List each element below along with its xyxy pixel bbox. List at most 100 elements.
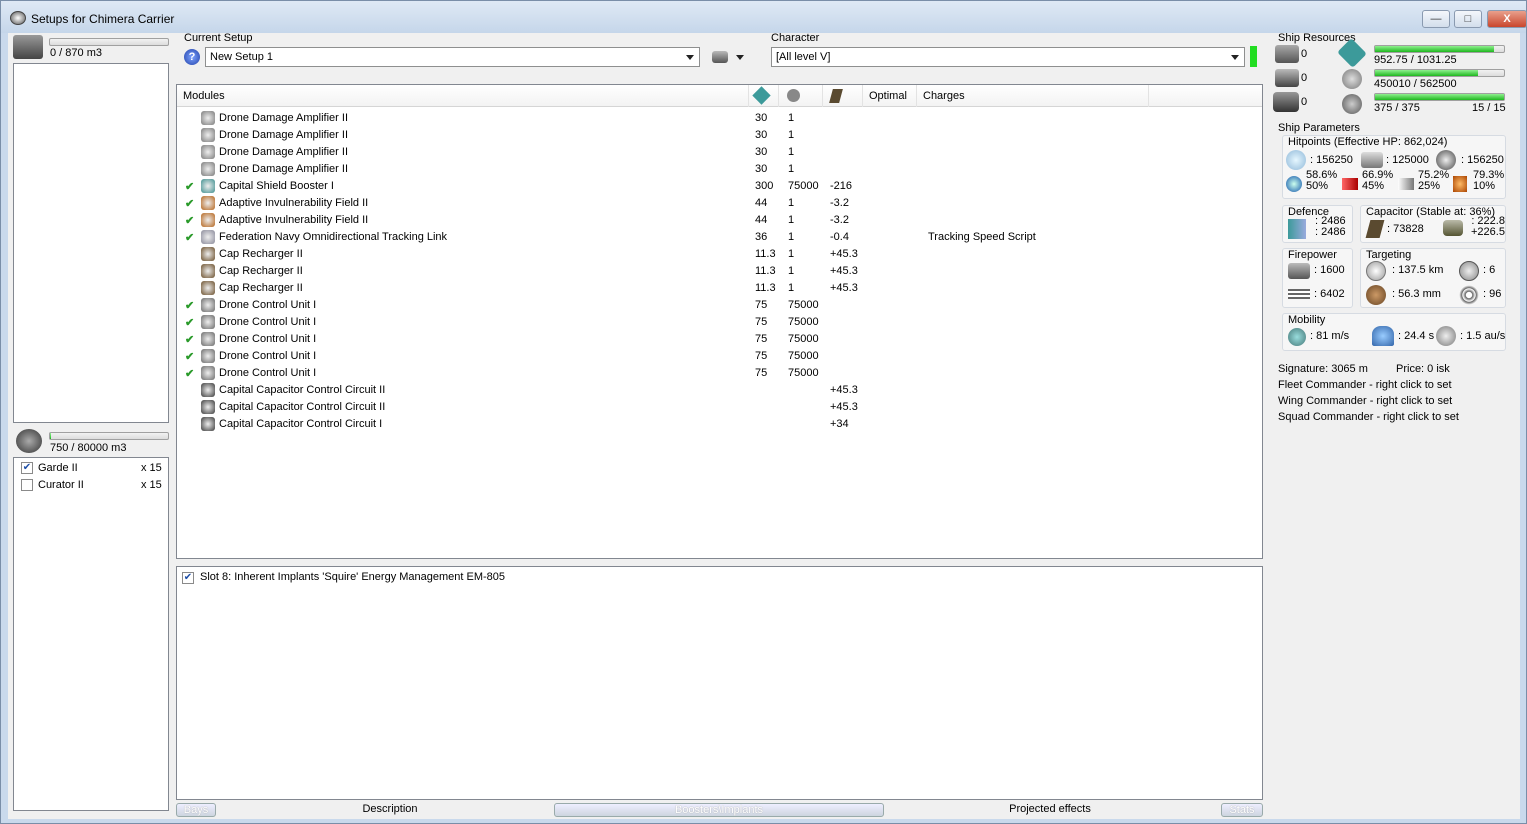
tab-stats[interactable]: Stats (1221, 803, 1263, 817)
wing-commander[interactable]: Wing Commander - right click to set (1278, 395, 1452, 407)
module-powergrid: 1 (788, 112, 795, 124)
module-row[interactable]: Cap Recharger II 11.3 1 +45.3 (177, 263, 1262, 280)
character-select[interactable]: [All level V] (771, 47, 1245, 67)
minimize-button[interactable]: — (1422, 10, 1450, 28)
capacitor-icon (1365, 220, 1385, 238)
maximize-button[interactable]: □ (1454, 10, 1482, 28)
module-row[interactable]: Capital Capacitor Control Circuit I +34 (177, 416, 1262, 433)
col-header-cpu[interactable] (749, 85, 779, 107)
drone-bay-icon (16, 429, 42, 453)
module-capacitor: +45.3 (830, 265, 858, 277)
powergrid-usage: 450010 / 562500 (1374, 78, 1457, 90)
module-row[interactable]: ✔ Drone Control Unit I 75 75000 (177, 365, 1262, 382)
implant-item: Slot 8: Inherent Implants 'Squire' Energ… (200, 571, 506, 583)
module-name: Drone Control Unit I (219, 316, 317, 328)
module-row[interactable]: Drone Damage Amplifier II 30 1 (177, 144, 1262, 161)
module-row[interactable]: ✔ Adaptive Invulnerability Field II 44 1 -3.… (177, 195, 1262, 212)
firepower-volley: : 6402 (1314, 288, 1345, 300)
modules-grid[interactable]: Modules Optimal Charges Drone Damage Amp… (176, 84, 1263, 559)
active-check-icon: ✔ (185, 198, 195, 210)
kinetic-resist-icon (1398, 178, 1414, 190)
cargo-list[interactable] (13, 63, 169, 423)
tab-bays[interactable]: Bays (176, 803, 216, 817)
drone-bay-capacity: 750 / 80000 m3 (50, 442, 127, 454)
character-select-value: [All level V] (776, 51, 831, 63)
explosive-resist: 79.3% 10% (1473, 169, 1505, 192)
implant-checkbox[interactable]: ✔ (182, 572, 194, 584)
setup-select[interactable]: New Setup 1 (205, 47, 700, 67)
tab-projected-effects[interactable]: Projected effects (998, 803, 1102, 817)
module-row[interactable]: ✔ Drone Control Unit I 75 75000 (177, 348, 1262, 365)
module-name: Drone Control Unit I (219, 333, 317, 345)
module-row[interactable]: Capital Capacitor Control Circuit II +45.… (177, 382, 1262, 399)
firepower-group: Firepower : 1600 : 6402 (1282, 248, 1353, 308)
col-header-capacitor[interactable] (823, 85, 863, 107)
module-row[interactable]: ✔ Adaptive Invulnerability Field II 44 1 -3.… (177, 212, 1262, 229)
drone-damage-amplifier-icon (201, 111, 215, 125)
drone-name: Garde II (38, 462, 78, 474)
drone-checkbox[interactable]: ✔ (21, 462, 33, 474)
mobility-title: Mobility (1288, 314, 1326, 326)
drone-bandwidth-icon (1273, 92, 1299, 112)
col-header-powergrid[interactable] (779, 85, 823, 107)
turret-hardpoints-free: 0 (1301, 48, 1308, 60)
tab-boosters-implants[interactable]: Boosters\Implants (554, 803, 884, 817)
targeting-group: Targeting : 137.5 km : 6 : 56.3 mm : 96 (1360, 248, 1506, 308)
module-row[interactable]: Cap Recharger II 11.3 1 +45.3 (177, 280, 1262, 297)
module-row[interactable]: ✔ Drone Control Unit I 75 75000 (177, 297, 1262, 314)
setup-menu-button[interactable] (712, 49, 748, 65)
drone-list[interactable]: ✔ Garde II x 15 Curator II x 15 (13, 457, 169, 811)
explosive-resist-icon (1453, 176, 1467, 192)
module-row[interactable]: ✔ Drone Control Unit I 75 75000 (177, 314, 1262, 331)
fleet-commander[interactable]: Fleet Commander - right click to set (1278, 379, 1452, 391)
active-check-icon: ✔ (185, 334, 195, 346)
module-name: Capital Capacitor Control Circuit II (219, 401, 386, 413)
stats-panel: Ship Resources 0 0 0 952.75 / 1031.25 45… (1271, 32, 1515, 815)
implants-panel[interactable]: ✔ Slot 8: Inherent Implants 'Squire' Ene… (176, 566, 1263, 800)
targeting-range: : 137.5 km (1392, 264, 1444, 276)
module-name: Drone Control Unit I (219, 367, 317, 379)
module-name: Capital Capacitor Control Circuit II (219, 384, 386, 396)
cpu-icon (752, 86, 771, 105)
module-row[interactable]: Cap Recharger II 11.3 1 +45.3 (177, 246, 1262, 263)
targeting-title: Targeting (1366, 249, 1412, 261)
shield-hp: : 156250 (1310, 154, 1353, 166)
module-capacitor: -216 (830, 180, 853, 192)
module-powergrid: 1 (788, 231, 795, 243)
targeting-range-icon (1366, 261, 1386, 281)
cap-recharger-icon (201, 247, 215, 261)
calibration-usage: 375 / 375 (1374, 102, 1420, 114)
tab-description[interactable]: Description (338, 803, 442, 817)
help-icon[interactable]: ? (184, 49, 200, 65)
drone-qty: x 15 (141, 462, 162, 474)
module-cpu: 75 (755, 350, 768, 362)
em-resist: 58.6% 50% (1306, 169, 1338, 192)
drone-control-unit-icon (201, 349, 215, 363)
module-powergrid: 75000 (788, 299, 819, 311)
module-row[interactable]: ✔ Drone Control Unit I 75 75000 (177, 331, 1262, 348)
defence-icon (1288, 219, 1306, 239)
dps-icon (1288, 263, 1310, 279)
module-row[interactable]: Capital Capacitor Control Circuit II +45.… (177, 399, 1262, 416)
tracking-link-icon (201, 230, 215, 244)
module-row[interactable]: Drone Damage Amplifier II 30 1 (177, 161, 1262, 178)
module-row[interactable]: ✔ Federation Navy Omnidirectional Trackin… (177, 229, 1262, 246)
active-check-icon: ✔ (185, 317, 195, 329)
drone-checkbox[interactable] (21, 479, 33, 491)
col-header-modules[interactable]: Modules (177, 85, 749, 107)
module-row[interactable]: Drone Damage Amplifier II 30 1 (177, 127, 1262, 144)
armor-hp: : 125000 (1386, 154, 1429, 166)
squad-commander[interactable]: Squad Commander - right click to set (1278, 411, 1459, 423)
close-button[interactable]: X (1487, 10, 1527, 28)
kinetic-resist: 75.2% 25% (1418, 169, 1450, 192)
module-name: Capital Capacitor Control Circuit I (219, 418, 383, 430)
module-name: Drone Damage Amplifier II (219, 146, 348, 158)
module-row[interactable]: Drone Damage Amplifier II 30 1 (177, 110, 1262, 127)
col-header-charges[interactable]: Charges (917, 85, 1149, 107)
module-name: Cap Recharger II (219, 248, 303, 260)
col-header-optimal[interactable]: Optimal (863, 85, 917, 107)
title-bar[interactable]: Setups for Chimera Carrier — □ X (1, 1, 1527, 33)
module-cpu: 30 (755, 163, 768, 175)
module-cpu: 44 (755, 197, 768, 209)
module-row[interactable]: ✔ Capital Shield Booster I 300 75000 -216 (177, 178, 1262, 195)
